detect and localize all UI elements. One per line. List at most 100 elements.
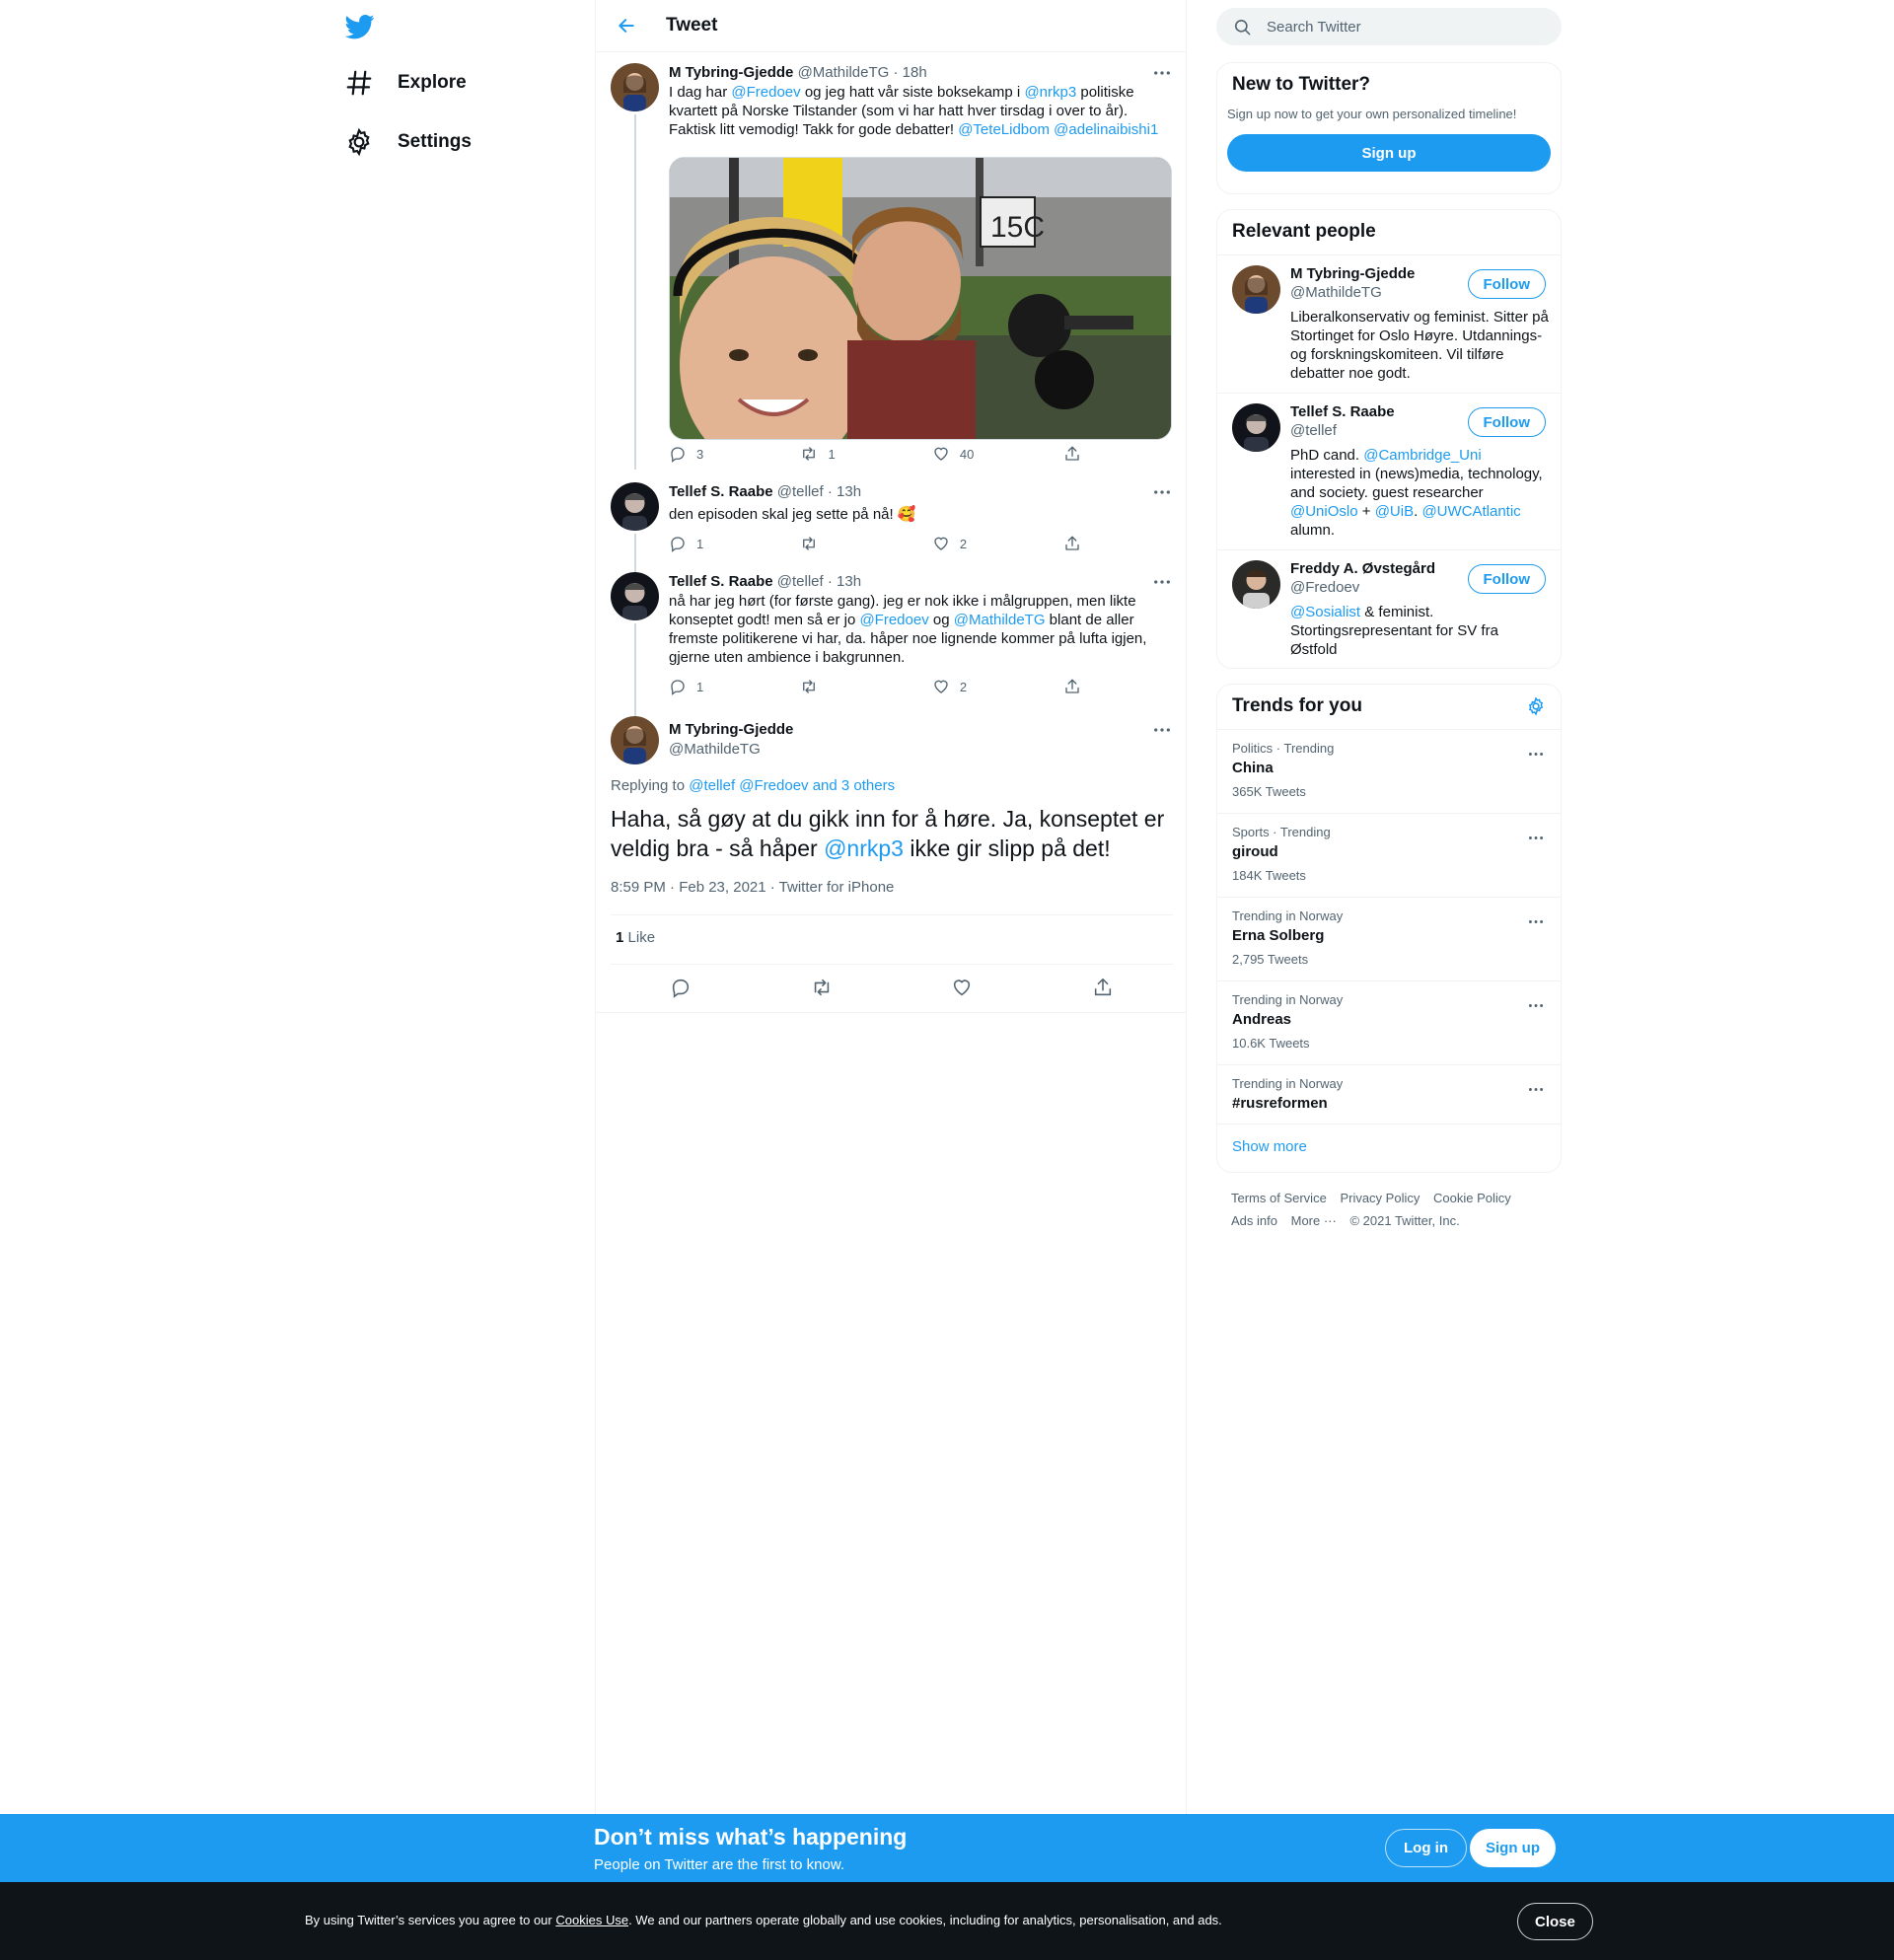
- thread-line: [634, 623, 636, 720]
- thread-tweet[interactable]: Tellef S. Raabe @tellef · 13h nå har jeg…: [611, 572, 1173, 720]
- person-name[interactable]: M Tybring-Gjedde: [1290, 265, 1415, 282]
- mention-link[interactable]: @adelinaibishi1: [1054, 121, 1158, 138]
- like-button[interactable]: 40: [932, 445, 1063, 463]
- more-options-icon[interactable]: [1526, 995, 1546, 1015]
- sign-up-button[interactable]: Sign up: [1470, 1829, 1556, 1867]
- follow-button[interactable]: Follow: [1467, 564, 1546, 594]
- share-icon[interactable]: [1092, 977, 1114, 998]
- tweet-timestamp[interactable]: 8:59 PM · Feb 23, 2021 · Twitter for iPh…: [611, 879, 894, 896]
- trend-item[interactable]: Trending in Norway Andreas 10.6K Tweets: [1217, 980, 1561, 1064]
- share-button[interactable]: [1063, 445, 1093, 463]
- mention-link[interactable]: @Sosialist: [1290, 604, 1360, 620]
- more-options-icon[interactable]: [1526, 911, 1546, 931]
- trend-item[interactable]: Trending in Norway Erna Solberg 2,795 Tw…: [1217, 897, 1561, 980]
- footer-link-privacy[interactable]: Privacy Policy: [1340, 1191, 1420, 1205]
- person-handle[interactable]: @tellef: [1290, 422, 1337, 439]
- like-button[interactable]: 2: [932, 678, 1063, 695]
- avatar[interactable]: [611, 572, 659, 620]
- show-more-link[interactable]: Show more: [1217, 1124, 1561, 1172]
- mention-link[interactable]: @UiB: [1375, 503, 1414, 520]
- mention-link[interactable]: @Cambridge_Uni: [1363, 447, 1481, 464]
- more-options-icon[interactable]: [1526, 828, 1546, 847]
- author-name[interactable]: M Tybring-Gjedde: [669, 720, 1173, 740]
- footer-link-terms[interactable]: Terms of Service: [1231, 1191, 1327, 1205]
- more-options-icon[interactable]: [1151, 63, 1173, 83]
- author-handle[interactable]: @MathildeTG: [669, 740, 1173, 760]
- avatar[interactable]: [611, 716, 659, 764]
- search-box[interactable]: [1216, 8, 1562, 45]
- like-stats[interactable]: 1 Like: [616, 929, 655, 946]
- person-handle[interactable]: @MathildeTG: [1290, 284, 1382, 301]
- mention-link[interactable]: @UniOslo: [1290, 503, 1358, 520]
- avatar[interactable]: [1232, 265, 1280, 314]
- person-cell[interactable]: Freddy A. Øvstegård @Fredoev Follow @Sos…: [1217, 549, 1561, 668]
- trend-item[interactable]: Trending in Norway #rusreformen: [1217, 1064, 1561, 1124]
- retweet-button[interactable]: [800, 535, 931, 552]
- mention-link[interactable]: @nrkp3: [824, 835, 904, 861]
- tweet-time[interactable]: 13h: [837, 483, 861, 500]
- avatar[interactable]: [1232, 403, 1280, 452]
- more-options-icon[interactable]: [1151, 572, 1173, 592]
- share-button[interactable]: [1063, 535, 1093, 552]
- replying-to-links[interactable]: @tellef @Fredoev and 3 others: [689, 777, 895, 794]
- mention-link[interactable]: @TeteLidbom: [958, 121, 1050, 138]
- trend-item[interactable]: Politics · Trending China 365K Tweets: [1217, 729, 1561, 813]
- reply-button[interactable]: 1: [669, 678, 800, 695]
- author-name[interactable]: Tellef S. Raabe: [669, 573, 773, 590]
- thread-tweet[interactable]: M Tybring-Gjedde @MathildeTG · 18h I dag…: [611, 63, 1173, 470]
- search-input[interactable]: [1267, 18, 1543, 36]
- retweet-button[interactable]: [800, 678, 931, 695]
- gear-icon[interactable]: [1526, 696, 1546, 716]
- more-options-icon[interactable]: [1151, 720, 1173, 740]
- tweet-time[interactable]: 13h: [837, 573, 861, 590]
- avatar[interactable]: [1232, 560, 1280, 609]
- author-handle[interactable]: @tellef: [777, 483, 824, 500]
- person-handle[interactable]: @Fredoev: [1290, 579, 1359, 596]
- follow-button[interactable]: Follow: [1467, 407, 1546, 437]
- author-handle[interactable]: @tellef: [777, 573, 824, 590]
- close-button[interactable]: Close: [1517, 1903, 1593, 1940]
- author-handle[interactable]: @MathildeTG: [798, 64, 890, 81]
- footer-link-ads-info[interactable]: Ads info: [1231, 1213, 1277, 1228]
- cookies-use-link[interactable]: Cookies Use: [555, 1913, 628, 1927]
- avatar[interactable]: [611, 63, 659, 111]
- person-cell[interactable]: Tellef S. Raabe @tellef Follow PhD cand.…: [1217, 393, 1561, 549]
- avatar[interactable]: [611, 482, 659, 531]
- retweet-button[interactable]: 1: [800, 445, 931, 463]
- heart-icon[interactable]: [951, 977, 973, 998]
- log-in-button[interactable]: Log in: [1385, 1829, 1467, 1867]
- more-options-icon[interactable]: [1526, 744, 1546, 763]
- tweet-photo[interactable]: 15C: [669, 157, 1172, 440]
- mention-link[interactable]: @Fredoev: [859, 612, 928, 628]
- back-button[interactable]: [610, 9, 643, 42]
- card-title: Relevant people: [1232, 221, 1376, 242]
- person-cell[interactable]: M Tybring-Gjedde @MathildeTG Follow Libe…: [1217, 254, 1561, 393]
- trend-item[interactable]: Sports · Trending giroud 184K Tweets: [1217, 813, 1561, 897]
- person-name[interactable]: Freddy A. Øvstegård: [1290, 560, 1435, 577]
- author-name[interactable]: M Tybring-Gjedde: [669, 64, 793, 81]
- thread-tweet[interactable]: Tellef S. Raabe @tellef · 13h den episod…: [611, 482, 1173, 573]
- share-button[interactable]: [1063, 678, 1093, 695]
- mention-link[interactable]: @nrkp3: [1024, 84, 1076, 101]
- reply-button[interactable]: 3: [669, 445, 800, 463]
- mention-link[interactable]: @MathildeTG: [954, 612, 1046, 628]
- reply-icon[interactable]: [670, 977, 692, 998]
- footer-link-more[interactable]: More ···: [1291, 1213, 1337, 1228]
- nav-item-settings[interactable]: Settings: [340, 117, 475, 167]
- reply-button[interactable]: 1: [669, 535, 800, 552]
- mention-link[interactable]: @Fredoev: [731, 84, 800, 101]
- sign-up-button[interactable]: Sign up: [1227, 134, 1551, 172]
- nav-item-explore[interactable]: Explore: [340, 58, 471, 108]
- person-name[interactable]: Tellef S. Raabe: [1290, 403, 1395, 420]
- author-name[interactable]: Tellef S. Raabe: [669, 483, 773, 500]
- retweet-icon[interactable]: [811, 977, 833, 998]
- mention-link[interactable]: @UWCAtlantic: [1421, 503, 1520, 520]
- more-options-icon[interactable]: [1151, 482, 1173, 502]
- follow-button[interactable]: Follow: [1467, 269, 1546, 299]
- twitter-bird-icon[interactable]: [345, 12, 375, 41]
- focus-tweet-text: Haha, så gøy at du gikk inn for å høre. …: [611, 806, 1165, 861]
- tweet-time[interactable]: 18h: [903, 64, 927, 81]
- like-button[interactable]: 2: [932, 535, 1063, 552]
- footer-link-cookie[interactable]: Cookie Policy: [1433, 1191, 1511, 1205]
- more-options-icon[interactable]: [1526, 1079, 1546, 1099]
